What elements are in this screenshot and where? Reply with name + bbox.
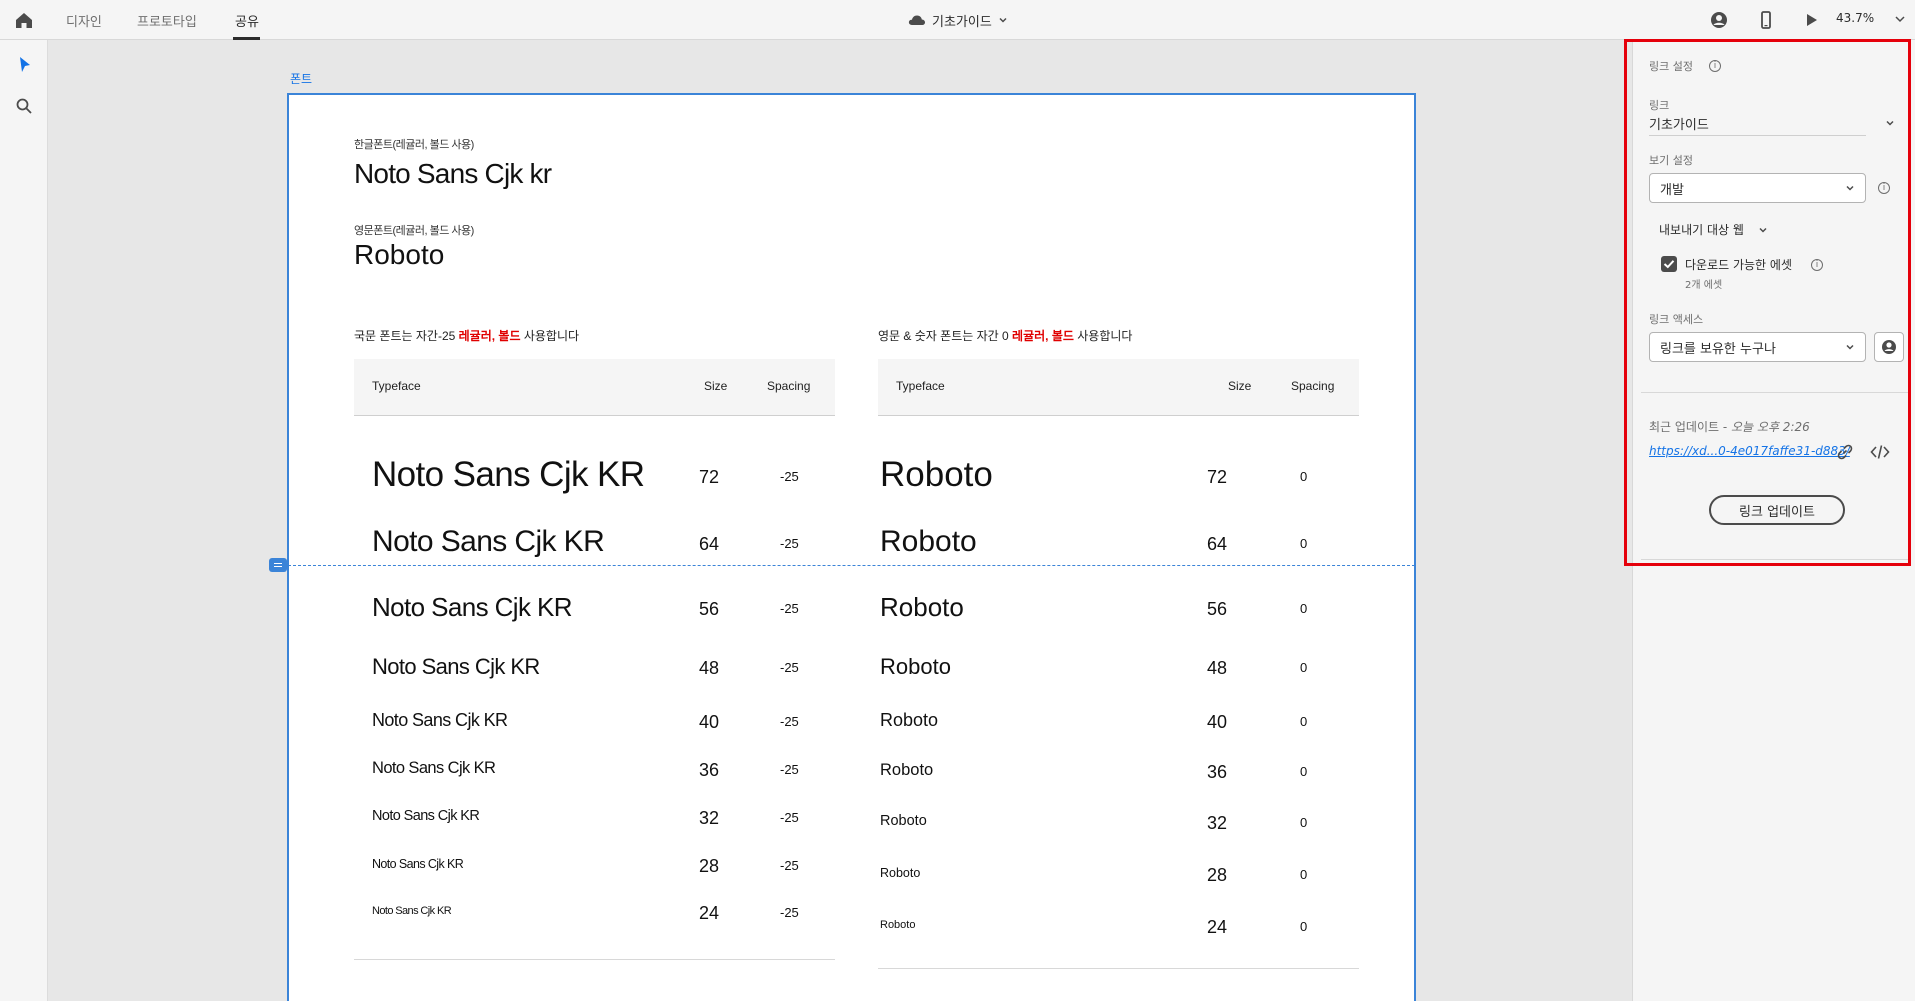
spacing-value: -25 bbox=[780, 469, 799, 484]
user-share-icon[interactable] bbox=[1709, 10, 1729, 30]
size-value: 40 bbox=[1207, 711, 1228, 732]
en-table-header: Typeface Size Spacing bbox=[878, 359, 1359, 416]
typeface-sample: Roboto bbox=[880, 710, 939, 730]
kr-font-name: Noto Sans Cjk kr bbox=[354, 158, 552, 189]
kr-table-header: Typeface Size Spacing bbox=[354, 359, 835, 416]
kr-spacing-note: 국문 폰트는 자간-25 레귤러, 볼드 사용합니다 bbox=[354, 329, 580, 343]
size-value: 28 bbox=[699, 855, 720, 876]
spacing-value: -25 bbox=[780, 660, 799, 676]
spacing-value: 0 bbox=[1300, 536, 1308, 551]
zoom-chevron-down-icon[interactable] bbox=[1893, 9, 1907, 29]
search-icon[interactable] bbox=[13, 95, 35, 117]
chevron-down-icon bbox=[999, 17, 1007, 23]
en-spacing-note: 영문 & 숫자 폰트는 자간 0 레귤러, 볼드 사용합니다 bbox=[878, 329, 1133, 343]
typeface-sample: Roboto bbox=[880, 525, 977, 558]
size-value: 48 bbox=[1207, 658, 1228, 679]
size-value: 72 bbox=[699, 467, 720, 487]
typeface-sample: Roboto bbox=[880, 455, 993, 494]
zoom-level[interactable]: 43.7% bbox=[1836, 11, 1874, 25]
tab-prototype[interactable]: 프로토타입 bbox=[137, 11, 197, 30]
spacing-value: -25 bbox=[780, 713, 799, 729]
spacing-value: 0 bbox=[1300, 918, 1308, 934]
spacing-value: -25 bbox=[780, 600, 799, 616]
size-header: Size bbox=[704, 379, 728, 393]
home-icon[interactable] bbox=[13, 9, 35, 31]
guide-handle-icon[interactable] bbox=[269, 558, 287, 572]
en-font-name: Roboto bbox=[354, 239, 445, 270]
typeface-sample: Noto Sans Cjk KR bbox=[372, 759, 496, 777]
spacing-header: Spacing bbox=[767, 379, 811, 393]
spacing-value: 0 bbox=[1300, 600, 1308, 616]
mobile-preview-icon[interactable] bbox=[1756, 10, 1776, 30]
kr-font-caption: 한글폰트(레귤러, 볼드 사용) bbox=[354, 139, 474, 151]
spacing-value: -25 bbox=[780, 857, 799, 873]
typeface-sample: Noto Sans Cjk KR bbox=[372, 525, 605, 558]
size-value: 36 bbox=[1207, 761, 1228, 782]
spacing-value: 0 bbox=[1300, 763, 1308, 779]
tab-share[interactable]: 공유 bbox=[235, 11, 259, 30]
tab-design[interactable]: 디자인 bbox=[66, 11, 102, 30]
artboard-label[interactable]: 폰트 bbox=[290, 70, 312, 87]
typeface-sample: Roboto bbox=[880, 866, 921, 880]
typeface-sample: Noto Sans Cjk KR bbox=[372, 710, 508, 730]
typeface-sample: Roboto bbox=[880, 654, 951, 679]
spacing-value: 0 bbox=[1300, 660, 1308, 676]
typeface-sample: Roboto bbox=[880, 813, 927, 829]
active-tab-indicator bbox=[233, 37, 260, 40]
typeface-header: Typeface bbox=[372, 379, 421, 393]
size-header: Size bbox=[1228, 379, 1252, 393]
size-value: 56 bbox=[699, 598, 720, 619]
spacing-value: 0 bbox=[1300, 713, 1308, 729]
typeface-sample: Noto Sans Cjk KR bbox=[372, 455, 645, 494]
document-title-menu[interactable]: 기초가이드 bbox=[908, 9, 1008, 31]
spacing-value: 0 bbox=[1300, 814, 1308, 830]
size-value: 48 bbox=[699, 658, 720, 679]
en-font-caption: 영문폰트(레귤러, 볼드 사용) bbox=[354, 225, 474, 237]
typeface-header: Typeface bbox=[896, 379, 945, 393]
size-value: 36 bbox=[699, 759, 720, 780]
typeface-sample: Noto Sans Cjk KR bbox=[372, 592, 573, 622]
spacing-header: Spacing bbox=[1291, 379, 1335, 393]
spacing-value: -25 bbox=[780, 536, 799, 551]
play-icon[interactable] bbox=[1801, 10, 1821, 30]
typeface-sample: Roboto bbox=[880, 761, 934, 779]
spacing-value: -25 bbox=[780, 904, 799, 920]
kr-table-bottom-line bbox=[354, 959, 835, 960]
size-value: 56 bbox=[1207, 598, 1228, 619]
typeface-sample: Roboto bbox=[880, 919, 916, 931]
top-bar: 디자인 프로토타입 공유 기초가이드 43.7% bbox=[0, 0, 1915, 40]
size-value: 24 bbox=[1207, 916, 1228, 937]
typeface-sample: Noto Sans Cjk KR bbox=[372, 905, 452, 917]
size-value: 32 bbox=[699, 807, 720, 828]
size-value: 40 bbox=[699, 711, 720, 732]
highlight-frame bbox=[1624, 39, 1911, 566]
size-value: 72 bbox=[1207, 467, 1228, 487]
size-value: 32 bbox=[1207, 812, 1228, 833]
typeface-sample: Noto Sans Cjk KR bbox=[372, 654, 540, 679]
spacing-value: -25 bbox=[780, 761, 799, 777]
spacing-value: 0 bbox=[1300, 469, 1308, 484]
document-title: 기초가이드 bbox=[932, 14, 992, 30]
size-value: 64 bbox=[699, 534, 720, 554]
typeface-sample: Noto Sans Cjk KR bbox=[372, 857, 464, 871]
size-value: 64 bbox=[1207, 534, 1228, 554]
cloud-icon bbox=[908, 15, 926, 25]
horizontal-guide[interactable] bbox=[288, 565, 1415, 566]
spacing-value: 0 bbox=[1300, 866, 1308, 882]
en-table-bottom-line bbox=[878, 968, 1359, 969]
spacing-value: -25 bbox=[780, 809, 799, 825]
typeface-sample: Roboto bbox=[880, 592, 964, 622]
select-arrow-icon[interactable] bbox=[13, 54, 35, 76]
left-toolbar bbox=[0, 40, 48, 1001]
size-value: 28 bbox=[1207, 864, 1228, 885]
typeface-sample: Noto Sans Cjk KR bbox=[372, 808, 480, 824]
size-value: 24 bbox=[699, 902, 720, 923]
